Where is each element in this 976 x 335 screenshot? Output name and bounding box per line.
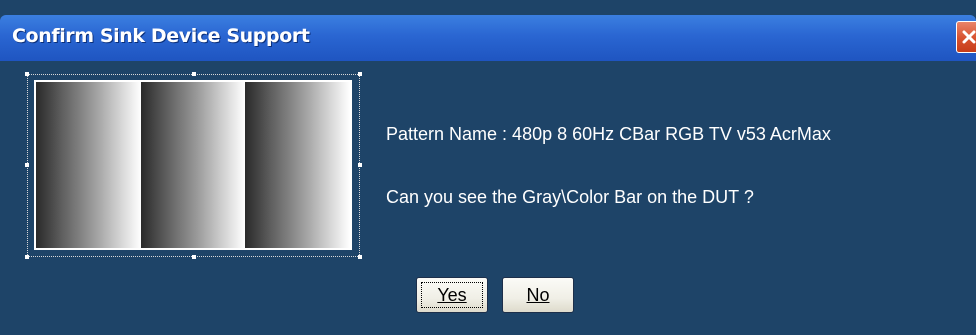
yes-button[interactable]: Yes xyxy=(416,277,488,313)
dialog-title: Confirm Sink Device Support xyxy=(12,25,310,47)
confirm-dialog: Confirm Sink Device Support Pattern Name… xyxy=(0,0,976,335)
question-text: Can you see the Gray\Color Bar on the DU… xyxy=(386,187,754,207)
close-button[interactable] xyxy=(956,21,976,53)
no-button[interactable]: No xyxy=(502,277,574,313)
pattern-name-text: Pattern Name : 480p 8 60Hz CBar RGB TV v… xyxy=(386,124,831,144)
title-bar: Confirm Sink Device Support xyxy=(0,15,976,61)
gray-gradient-band xyxy=(36,82,141,248)
close-x-icon xyxy=(962,30,976,44)
gray-bar-pattern xyxy=(34,80,352,250)
gray-gradient-band xyxy=(140,82,246,248)
gray-gradient-band xyxy=(245,82,351,248)
yes-button-label: Yes xyxy=(437,285,467,305)
no-button-label: No xyxy=(526,285,550,305)
